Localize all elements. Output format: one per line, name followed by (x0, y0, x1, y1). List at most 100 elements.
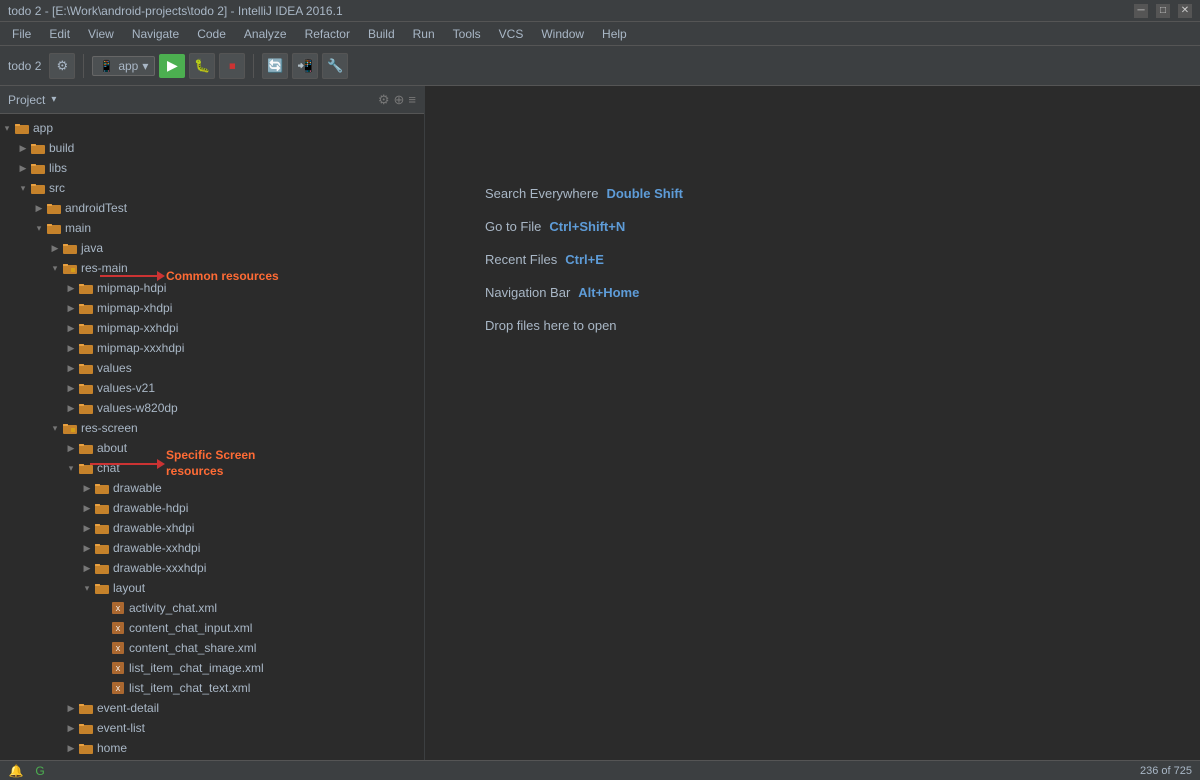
tree-item-chat[interactable]: ▾chat (0, 458, 424, 478)
tree-item-content_chat_share.xml[interactable]: Xcontent_chat_share.xml (0, 638, 424, 658)
tree-item-drawable-xhdpi[interactable]: ▶drawable-xhdpi (0, 518, 424, 538)
panel-options-btn[interactable]: ≡ (408, 92, 416, 108)
tree-item-main[interactable]: ▾ main (0, 218, 424, 238)
tree-label-app: app (33, 121, 53, 135)
menu-item-build[interactable]: Build (360, 25, 403, 43)
sdk-button[interactable]: 🔧 (322, 53, 348, 79)
shortcut-info: Search EverywhereDouble ShiftGo to FileC… (485, 186, 683, 333)
menu-item-vcs[interactable]: VCS (491, 25, 532, 43)
menu-item-edit[interactable]: Edit (41, 25, 78, 43)
tree-arrow: ▶ (64, 363, 78, 374)
tree-item-build[interactable]: ▶build (0, 138, 424, 158)
dropdown-arrow: ▾ (142, 59, 148, 73)
tree-item-about[interactable]: ▶about (0, 438, 424, 458)
main-area: Project ▾ ⚙ ⊕ ≡ ▾app▶build▶libs▾src▶andr… (0, 86, 1200, 760)
menu-item-code[interactable]: Code (189, 25, 234, 43)
window-controls: ─ □ ✕ (1134, 4, 1192, 18)
sync-button[interactable]: 🔄 (262, 53, 288, 79)
close-button[interactable]: ✕ (1178, 4, 1192, 18)
tree-item-event-detail[interactable]: ▶event-detail (0, 698, 424, 718)
tree-item-values-v21[interactable]: ▶values-v21 (0, 378, 424, 398)
tree-item-values-w820dp[interactable]: ▶values-w820dp (0, 398, 424, 418)
tree-item-activity_chat.xml[interactable]: Xactivity_chat.xml (0, 598, 424, 618)
debug-button[interactable]: 🐛 (189, 53, 215, 79)
tree-label-layout: layout (113, 581, 145, 595)
tree-item-drawable[interactable]: ▶drawable (0, 478, 424, 498)
stop-button[interactable]: ⏹ (219, 53, 245, 79)
avd-button[interactable]: 📲 (292, 53, 318, 79)
tree-icon-folder-special (62, 260, 78, 276)
tree-arrow: ▶ (48, 243, 62, 254)
menu-item-analyze[interactable]: Analyze (236, 25, 295, 43)
menu-item-window[interactable]: Window (533, 25, 592, 43)
tree-label-mipmap-xxxhdpi: mipmap-xxxhdpi (97, 341, 184, 355)
tree-item-src[interactable]: ▾src (0, 178, 424, 198)
menu-item-refactor[interactable]: Refactor (297, 25, 358, 43)
maximize-button[interactable]: □ (1156, 4, 1170, 18)
tree-item-java[interactable]: ▶java (0, 238, 424, 258)
menu-item-tools[interactable]: Tools (445, 25, 489, 43)
tree-item-res-screen[interactable]: ▾res-screen (0, 418, 424, 438)
tree-icon-folder (62, 240, 78, 256)
tree-item-mipmap-xxxhdpi[interactable]: ▶ mipmap-xxxhdpi (0, 338, 424, 358)
tree-icon-folder (78, 720, 94, 736)
panel-settings-btn[interactable]: ⚙ (378, 92, 390, 108)
menu-item-help[interactable]: Help (594, 25, 635, 43)
tree-item-mipmap-hdpi[interactable]: ▶mipmap-hdpi (0, 278, 424, 298)
tree-item-home[interactable]: ▶home (0, 738, 424, 758)
shortcut-label: Drop files here to open (485, 318, 617, 333)
shortcut-label: Navigation Bar (485, 285, 570, 300)
shortcut-row: Recent FilesCtrl+E (485, 252, 683, 267)
toolbar: todo 2 ⚙ 📱 app ▾ ▶ 🐛 ⏹ 🔄 📲 🔧 (0, 46, 1200, 86)
tree-item-libs[interactable]: ▶libs (0, 158, 424, 178)
toolbar-separator-2 (253, 54, 254, 78)
tree-item-res-main[interactable]: ▾res-main (0, 258, 424, 278)
tree-arrow: ▾ (32, 223, 46, 234)
status-icon: 🔔 (8, 763, 24, 779)
tree-item-androidTest[interactable]: ▶androidTest (0, 198, 424, 218)
menu-item-run[interactable]: Run (405, 25, 443, 43)
window-title: todo 2 - [E:\Work\android-projects\todo … (8, 4, 343, 18)
tree-item-list_item_chat_image.xml[interactable]: Xlist_item_chat_image.xml (0, 658, 424, 678)
tree-label-content_chat_share.xml: content_chat_share.xml (129, 641, 256, 655)
minimize-button[interactable]: ─ (1134, 4, 1148, 18)
tree-item-drawable-hdpi[interactable]: ▶drawable-hdpi (0, 498, 424, 518)
run-config-dropdown[interactable]: 📱 app ▾ (92, 56, 155, 76)
tree-label-mipmap-xxhdpi: mipmap-xxhdpi (97, 321, 178, 335)
tree-icon-folder (94, 480, 110, 496)
tree-label-androidTest: androidTest (65, 201, 127, 215)
shortcut-label: Search Everywhere (485, 186, 598, 201)
tree-icon-folder (78, 280, 94, 296)
tree-item-app[interactable]: ▾app (0, 118, 424, 138)
tree-item-drawable-xxhdpi[interactable]: ▶drawable-xxhdpi (0, 538, 424, 558)
tree-icon-folder (94, 520, 110, 536)
tree-arrow: ▶ (16, 163, 30, 174)
shortcut-row: Drop files here to open (485, 318, 683, 333)
menu-item-file[interactable]: File (4, 25, 39, 43)
tree-label-main: main (65, 221, 91, 235)
tree-arrow: ▾ (80, 583, 94, 594)
tree-label-mipmap-xhdpi: mipmap-xhdpi (97, 301, 172, 315)
tree-item-mipmap-xhdpi[interactable]: ▶mipmap-xhdpi (0, 298, 424, 318)
tree-arrow: ▶ (64, 383, 78, 394)
menu-item-navigate[interactable]: Navigate (124, 25, 187, 43)
tree-icon-folder (78, 440, 94, 456)
tree-item-drawable-xxxhdpi[interactable]: ▶drawable-xxxhdpi (0, 558, 424, 578)
tree-icon-folder-special (62, 420, 78, 436)
tree-arrow: ▶ (64, 343, 78, 354)
tree-item-values[interactable]: ▶values (0, 358, 424, 378)
tree-item-content_chat_input.xml[interactable]: Xcontent_chat_input.xml (0, 618, 424, 638)
toolbar-settings-btn[interactable]: ⚙ (49, 53, 75, 79)
tree-label-event-list: event-list (97, 721, 145, 735)
status-bar: 🔔 G 236 of 725 (0, 760, 1200, 780)
tree-item-layout[interactable]: ▾ layout (0, 578, 424, 598)
tree-item-list_item_chat_text.xml[interactable]: Xlist_item_chat_text.xml (0, 678, 424, 698)
tree-icon-folder (30, 160, 46, 176)
project-panel-dropdown-arrow[interactable]: ▾ (51, 94, 56, 105)
menu-item-view[interactable]: View (80, 25, 122, 43)
panel-scroll-btn[interactable]: ⊕ (394, 92, 405, 108)
tree-item-mipmap-xxhdpi[interactable]: ▶mipmap-xxhdpi (0, 318, 424, 338)
tree-item-event-list[interactable]: ▶event-list (0, 718, 424, 738)
run-button[interactable]: ▶ (159, 54, 185, 78)
editor-area: Search EverywhereDouble ShiftGo to FileC… (425, 86, 1200, 760)
